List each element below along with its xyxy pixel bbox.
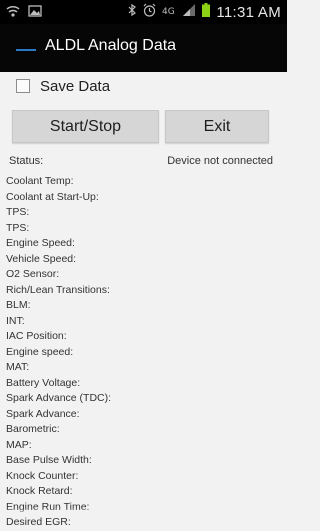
save-data-row[interactable]: Save Data [16,74,110,98]
data-field-label: Battery Voltage: [6,376,81,389]
save-data-checkbox[interactable] [16,79,30,93]
app-bar: ALDL Analog Data [0,24,287,72]
status-label: Status: [9,155,44,167]
data-field-label: TPS: [6,206,30,218]
data-4g-icon: 4G [162,3,176,21]
image-icon [28,5,42,22]
data-field-label: Desired EGR: [6,516,71,528]
data-field-label: BLM: [6,299,31,311]
scroll-fade [0,508,287,516]
data-field-label: Engine Speed: [6,237,75,249]
data-field-label: Barometric: [6,423,60,435]
data-list: Coolant Temp: Coolant at Start-Up: TPS: … [6,174,111,531]
status-bar-right: 4G 11:31 AM [127,3,281,21]
start-stop-button[interactable]: Start/Stop [12,110,159,143]
data-field-label: Engine speed: [6,345,74,358]
app-icon[interactable] [16,49,36,51]
data-field-label: Knock Retard: [6,485,73,497]
app-title: ALDL Analog Data [45,37,177,54]
data-field-label: Spark Advance (TDC): [6,392,112,404]
data-field-label: INT: [6,314,25,327]
data-field-label: Coolant at Start-Up: [6,190,99,203]
exit-button[interactable]: Exit [165,110,269,143]
bluetooth-icon [127,3,137,21]
data-field-label: O2 Sensor: [6,268,60,280]
data-field-label: Base Pulse Width: [6,454,92,466]
status-bar: 4G 11:31 AM [0,0,287,24]
data-field-label: Spark Advance: [6,407,80,420]
data-field-label: MAP: [6,438,32,451]
data-field-label: Knock Counter: [6,469,79,482]
svg-text:4G: 4G [162,7,175,17]
wifi-icon [6,5,24,22]
alarm-icon [143,3,156,21]
data-field-label: Coolant Temp: [6,175,74,187]
status-value: Device not connected [167,155,273,167]
battery-icon [202,3,211,21]
data-field-label: MAT: [6,361,30,373]
data-field-label: Vehicle Speed: [6,252,77,265]
save-data-label[interactable]: Save Data [40,78,110,95]
data-field-label: IAC Position: [6,330,67,342]
status-bar-left [6,4,42,22]
data-field-label: TPS: [6,221,30,234]
status-time: 11:31 AM [216,3,281,21]
signal-icon [182,3,196,21]
data-field-label: Rich/Lean Transitions: [6,283,110,296]
